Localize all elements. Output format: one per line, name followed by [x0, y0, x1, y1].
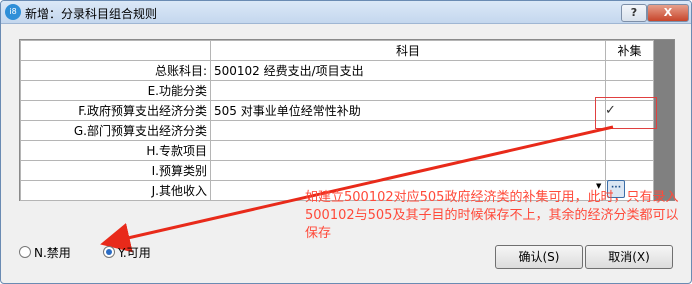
- row-label: G.部门预算支出经济分类: [20, 120, 211, 141]
- grid-header-row: 科目 补集: [20, 40, 654, 61]
- row-value-cell[interactable]: 500102 经费支出/项目支出: [210, 60, 606, 81]
- grid-corner-cell: [20, 40, 211, 61]
- row-label: H.专款项目: [20, 140, 211, 161]
- radio-dot[interactable]: [19, 246, 31, 258]
- header-complement: 补集: [605, 40, 654, 61]
- complement-check-icon[interactable]: ✓: [605, 103, 616, 118]
- annotation-text: 如建立500102对应505政府经济类的补集可用，此时，只有录入500102与5…: [305, 190, 679, 241]
- table-row: G.部门预算支出经济分类: [20, 120, 654, 141]
- radio-disabled[interactable]: N.禁用: [19, 244, 71, 261]
- row-label: J.其他收入: [20, 180, 211, 201]
- header-subject: 科目: [210, 40, 606, 61]
- window-title: 新增：分录科目组合规则: [25, 7, 158, 21]
- radio-label: Y.可用: [118, 246, 151, 260]
- row-complement-cell[interactable]: [605, 160, 654, 181]
- table-row: H.专款项目: [20, 140, 654, 161]
- table-row: I.预算类别: [20, 160, 654, 181]
- row-value-cell[interactable]: [210, 120, 606, 141]
- table-row: E.功能分类: [20, 80, 654, 101]
- confirm-button[interactable]: 确认(S): [495, 245, 583, 269]
- close-button[interactable]: X: [647, 4, 689, 22]
- row-label: F.政府预算支出经济分类: [20, 100, 211, 121]
- table-row: 总账科目: 500102 经费支出/项目支出: [20, 60, 654, 81]
- radio-label: N.禁用: [34, 246, 71, 260]
- cancel-button[interactable]: 取消(X): [585, 245, 673, 269]
- row-value-cell[interactable]: [210, 140, 606, 161]
- rule-table: 科目 补集 总账科目: 500102 经费支出/项目支出 E.功能分类 F.政府…: [20, 40, 654, 201]
- app-icon: i8: [5, 4, 21, 20]
- row-complement-cell[interactable]: [605, 140, 654, 161]
- row-label: E.功能分类: [20, 80, 211, 101]
- help-button[interactable]: ?: [621, 4, 647, 22]
- title-bar: i8 新增：分录科目组合规则 ? X: [1, 1, 691, 24]
- row-value-cell[interactable]: [210, 160, 606, 181]
- table-row: F.政府预算支出经济分类 505 对事业单位经常性补助: [20, 100, 654, 121]
- dialog-window: i8 新增：分录科目组合规则 ? X 科目 补集 总账科目: 500102 经费…: [0, 0, 692, 284]
- row-label: I.预算类别: [20, 160, 211, 181]
- rule-grid: 科目 补集 总账科目: 500102 经费支出/项目支出 E.功能分类 F.政府…: [19, 39, 675, 201]
- row-complement-cell[interactable]: [605, 60, 654, 81]
- row-value-cell[interactable]: [210, 80, 606, 101]
- row-value-cell[interactable]: 505 对事业单位经常性补助: [210, 100, 606, 121]
- radio-dot-selected[interactable]: [103, 246, 115, 258]
- radio-enabled[interactable]: Y.可用: [103, 244, 151, 261]
- row-label: 总账科目:: [20, 60, 211, 81]
